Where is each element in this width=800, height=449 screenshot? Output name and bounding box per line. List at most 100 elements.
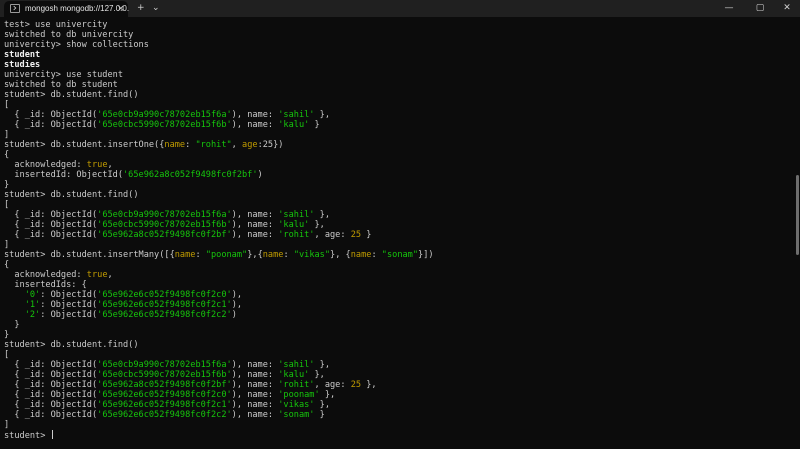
text-cursor <box>51 430 53 439</box>
close-button[interactable]: ✕ <box>772 0 800 17</box>
terminal-text: '65e962e6c052f9498fc0f2c1' <box>97 400 232 410</box>
new-tab-button[interactable]: + <box>137 1 145 15</box>
terminal-text: '65e962e6c052f9498fc0f2c2' <box>97 410 232 420</box>
terminal-text: studies <box>4 60 41 70</box>
terminal-line: { _id: ObjectId('65e0cbc5990c78702eb15f6… <box>4 370 790 380</box>
terminal-text: student> db.student.insertMany([{ <box>4 250 175 260</box>
terminal-line: } <box>4 320 790 330</box>
terminal-text: ), name: <box>231 390 279 400</box>
terminal-text: '2' <box>24 310 41 320</box>
terminal-line: { _id: ObjectId('65e962a8c052f9498fc0f2b… <box>4 230 790 240</box>
tab-dropdown-button[interactable]: ⌄ <box>152 1 160 15</box>
terminal-text: name <box>350 250 372 260</box>
terminal-line: { _id: ObjectId('65e962e6c052f9498fc0f2c… <box>4 410 790 420</box>
terminal-line: insertedId: ObjectId('65e962a8c052f9498f… <box>4 170 790 180</box>
terminal-line: acknowledged: true, <box>4 160 790 170</box>
terminal-text: 'rohit' <box>278 230 315 240</box>
terminal-text: ) <box>257 170 263 180</box>
terminal-line: { _id: ObjectId('65e0cb9a990c78702eb15f6… <box>4 210 790 220</box>
terminal-line: student <box>4 50 790 60</box>
terminal-text: ), name: <box>231 370 279 380</box>
terminal-text: 'sahil' <box>278 210 315 220</box>
terminal-text: true <box>86 270 108 280</box>
terminal-line: '0': ObjectId('65e962e6c052f9498fc0f2c0'… <box>4 290 790 300</box>
terminal-text: ), name: <box>231 230 279 240</box>
terminal-text: insertedId: ObjectId( <box>4 170 123 180</box>
terminal-line: ] <box>4 130 790 140</box>
maximize-button[interactable]: ▢ <box>745 0 775 17</box>
terminal-text: '65e962e6c052f9498fc0f2c0' <box>97 290 232 300</box>
terminal-text: name <box>174 250 196 260</box>
terminal-text: { _id: ObjectId( <box>4 110 98 120</box>
minimize-button[interactable]: — <box>714 0 744 17</box>
terminal-text: 25 <box>350 230 362 240</box>
terminal-text: }, <box>314 110 330 120</box>
terminal-text: ), name: <box>231 120 279 130</box>
terminal-text: 'poonam' <box>278 390 320 400</box>
terminal-text: 'kalu' <box>278 220 310 230</box>
terminal-line: switched to db univercity <box>4 30 790 40</box>
terminal-text: { _id: ObjectId( <box>4 230 98 240</box>
terminal-text: }, <box>314 360 330 370</box>
terminal-text: { _id: ObjectId( <box>4 370 98 380</box>
terminal-text: , age: <box>314 230 351 240</box>
terminal-text: student> db.student.insertOne({ <box>4 140 165 150</box>
terminal-line: [ <box>4 100 790 110</box>
terminal-text: ] <box>4 130 10 140</box>
terminal-text: "sonam" <box>381 250 419 260</box>
terminal-text: name <box>164 140 186 150</box>
terminal-text: '65e962a8c052f9498fc0f2bf' <box>97 230 232 240</box>
terminal-text: , <box>231 140 243 150</box>
terminal-output[interactable]: test> use univercity switched to db unive… <box>4 20 790 440</box>
terminal-line: student> db.student.find() <box>4 90 790 100</box>
terminal-line: { _id: ObjectId('65e0cb9a990c78702eb15f6… <box>4 360 790 370</box>
terminal-line: student> db.student.find() <box>4 340 790 350</box>
terminal-tab[interactable]: mongosh mongodb://127.0.0. × <box>4 1 129 17</box>
terminal-text: name <box>262 250 284 260</box>
terminal-text: "vikas" <box>293 250 331 260</box>
terminal-text: , age: <box>314 380 351 390</box>
terminal-line: { <box>4 150 790 160</box>
scrollbar-thumb[interactable] <box>796 175 799 255</box>
terminal-text: '1' <box>24 300 41 310</box>
terminal-text: } <box>314 410 325 420</box>
terminal-text: ) <box>231 310 237 320</box>
terminal-text: '65e0cb9a990c78702eb15f6a' <box>97 210 232 220</box>
terminal-text: }, <box>309 370 325 380</box>
terminal-text: : ObjectId( <box>40 310 98 320</box>
terminal-text: true <box>86 160 108 170</box>
terminal-text: student> db.student.find() <box>4 90 139 100</box>
terminal-text: { _id: ObjectId( <box>4 390 98 400</box>
terminal-text: ] <box>4 240 10 250</box>
terminal-text: [ <box>4 200 10 210</box>
tab-close-icon[interactable]: × <box>117 2 125 16</box>
terminal-line: test> use univercity <box>4 20 790 30</box>
terminal-text: '65e962e6c052f9498fc0f2c1' <box>97 300 232 310</box>
terminal-line: '1': ObjectId('65e962e6c052f9498fc0f2c1'… <box>4 300 790 310</box>
terminal-text: { _id: ObjectId( <box>4 120 98 130</box>
terminal-text: ), <box>231 290 243 300</box>
terminal-text: :25}) <box>257 140 284 150</box>
terminal-text: } <box>4 320 20 330</box>
terminal-text: { <box>4 150 10 160</box>
terminal-text: ), name: <box>231 110 279 120</box>
terminal-text: ), name: <box>231 400 279 410</box>
terminal-text: ), name: <box>231 220 279 230</box>
terminal-text: }, { <box>330 250 351 260</box>
terminal-text: 'sahil' <box>278 110 315 120</box>
terminal-icon <box>10 4 20 13</box>
terminal-line: } <box>4 180 790 190</box>
terminal-line: { _id: ObjectId('65e962e6c052f9498fc0f2c… <box>4 390 790 400</box>
terminal-line: [ <box>4 200 790 210</box>
terminal-line: { _id: ObjectId('65e962e6c052f9498fc0f2c… <box>4 400 790 410</box>
terminal-text: 'rohit' <box>278 380 315 390</box>
terminal-text: 'sonam' <box>278 410 315 420</box>
terminal-text: '65e0cb9a990c78702eb15f6a' <box>97 110 232 120</box>
terminal-text: : <box>371 250 382 260</box>
terminal-text: 'vikas' <box>278 400 315 410</box>
terminal-text: [ <box>4 100 10 110</box>
terminal-text: student> db.student.find() <box>4 190 139 200</box>
terminal-text: '0' <box>24 290 41 300</box>
